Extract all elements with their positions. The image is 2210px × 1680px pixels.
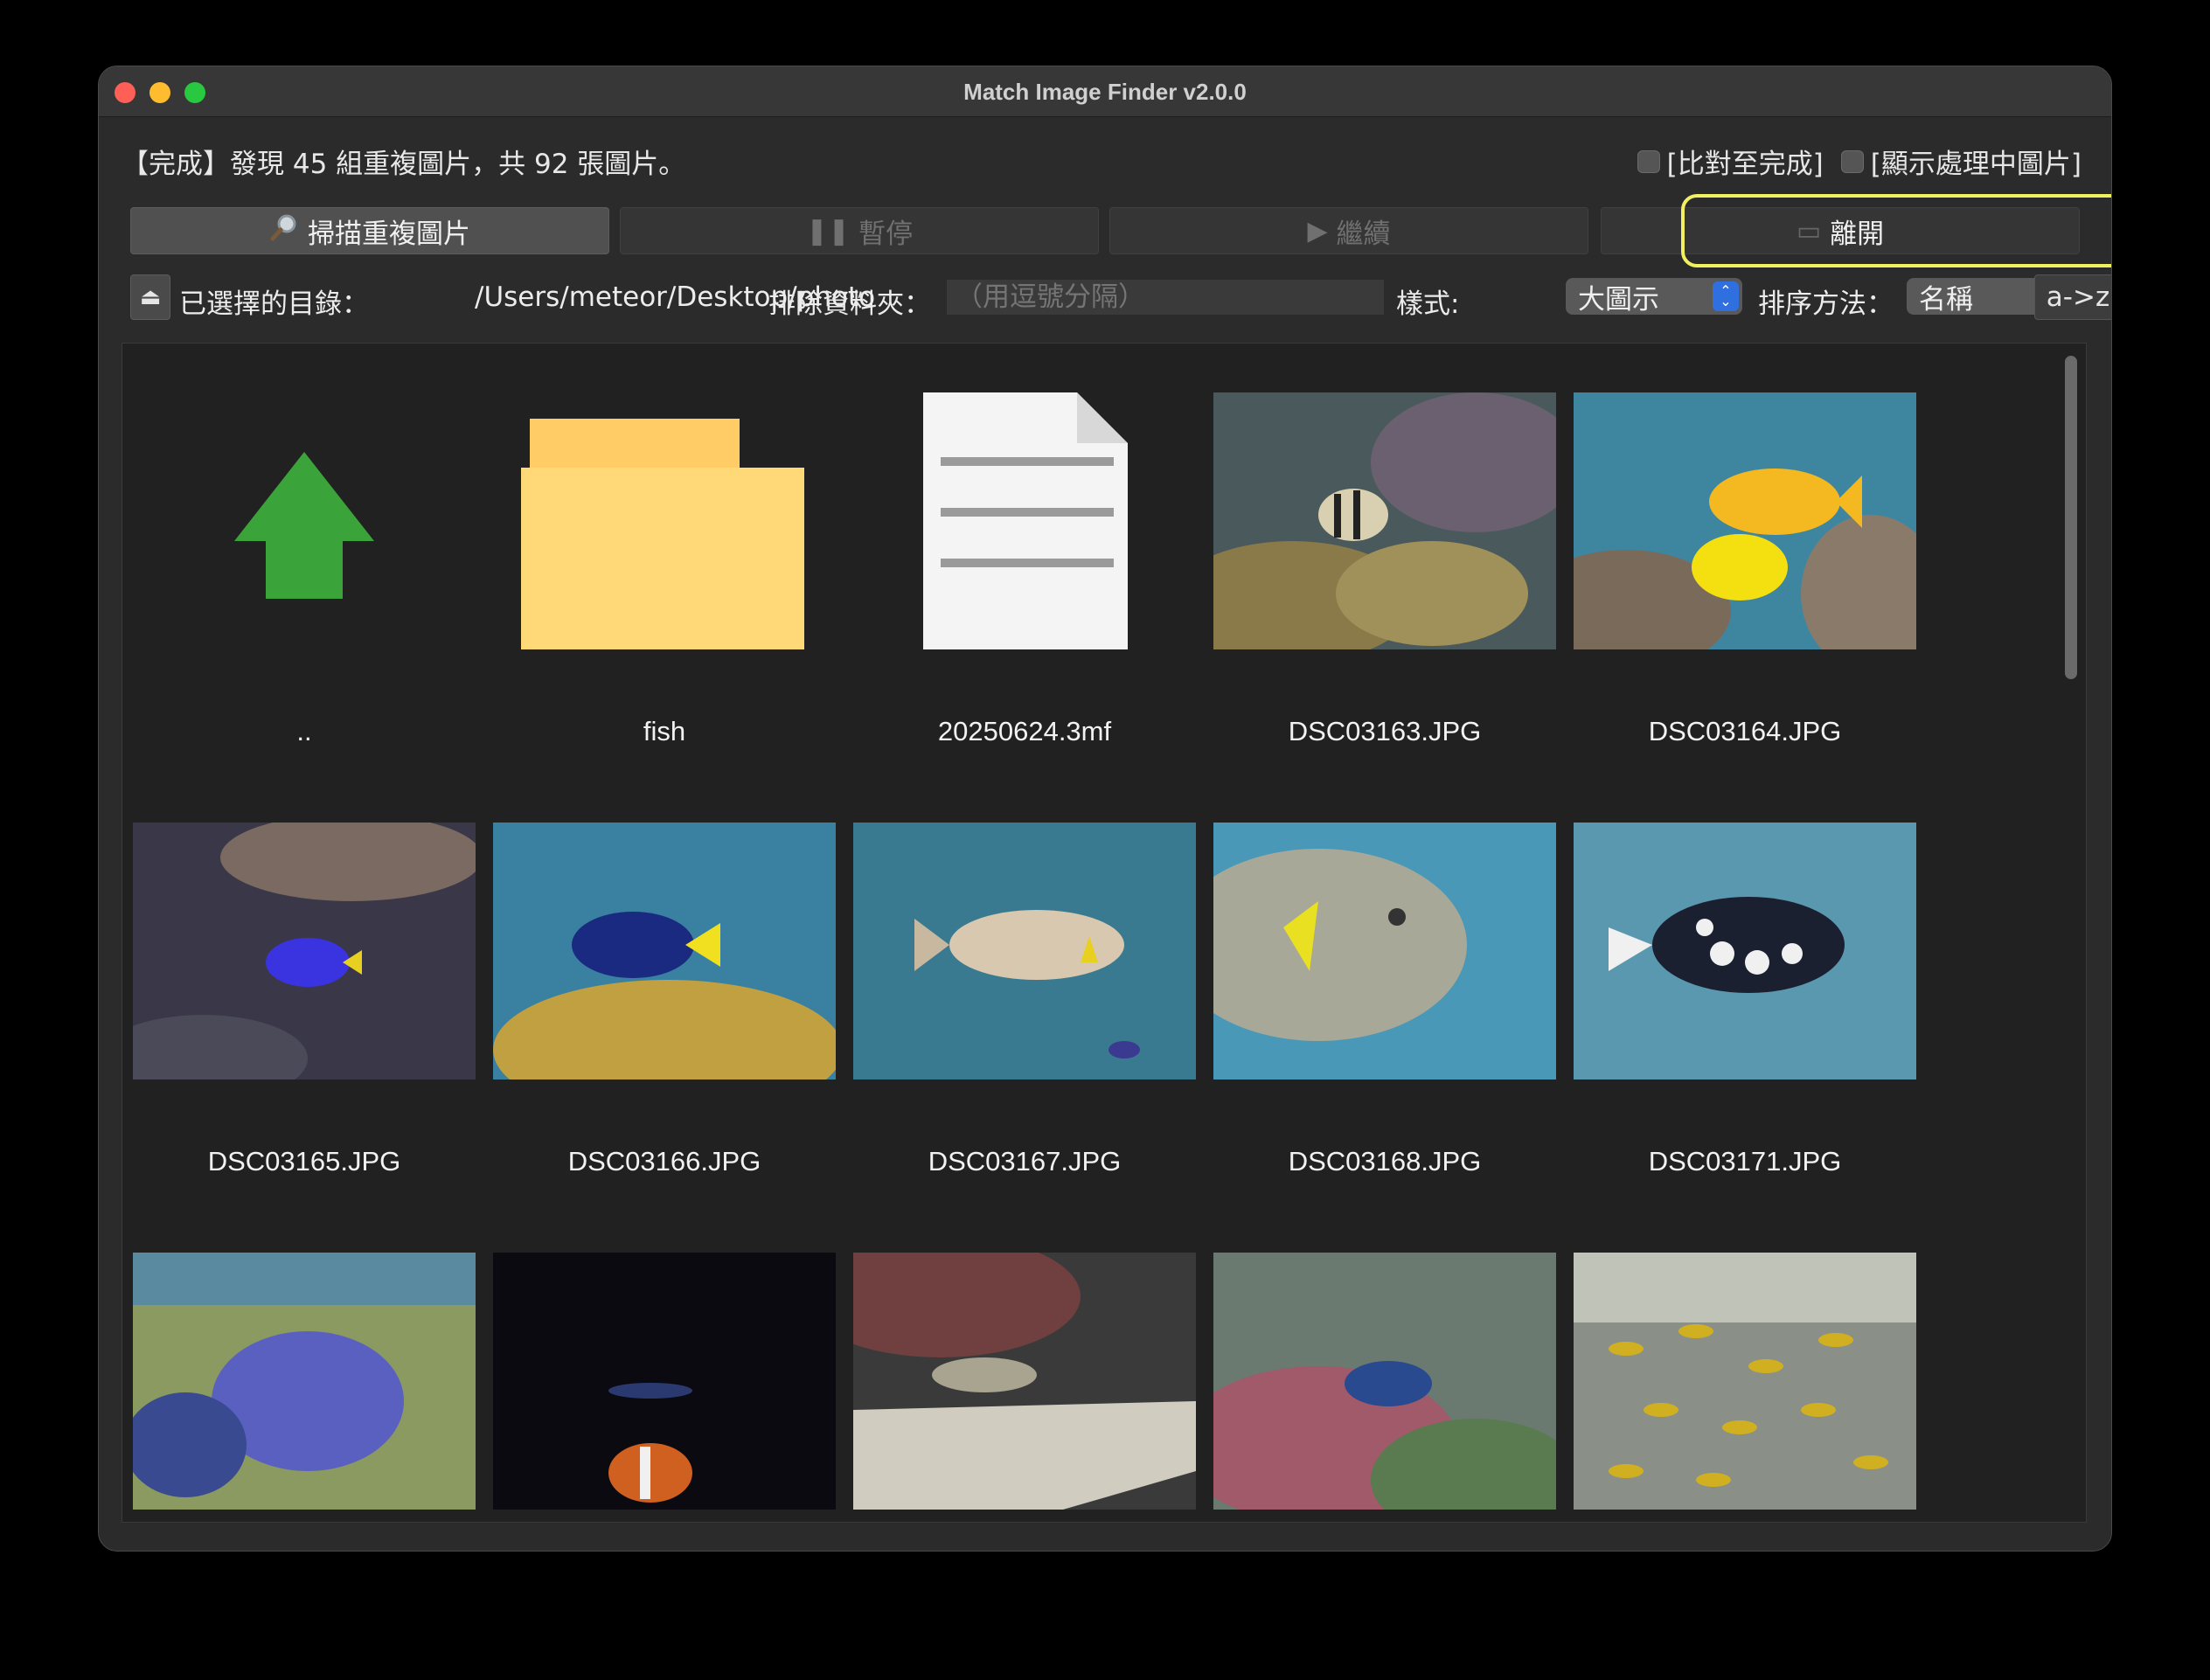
compare-to-finish-checkbox[interactable] (1637, 149, 1660, 173)
exit-button[interactable]: ▭ 離開 (1601, 207, 2080, 254)
file-tile-image[interactable]: DSC03165.JPG (133, 823, 476, 1207)
file-tile-image[interactable]: DSC03166.JPG (493, 823, 836, 1207)
file-tile-parent[interactable]: .. (133, 392, 476, 777)
image-thumbnail (1574, 823, 1916, 1080)
pause-icon: ❚❚ (805, 215, 851, 246)
sort-label: 排序方法： (1758, 288, 1894, 320)
toolbar: 掃描重複圖片 ❚❚ 暫停 ▶ 繼續 ▭ 離開 (130, 207, 2081, 256)
file-tile-folder[interactable]: fish (493, 392, 836, 777)
scroll-thumb[interactable] (2065, 356, 2077, 679)
exclude-folders-input[interactable] (947, 280, 1384, 315)
file-tile-image[interactable] (493, 1253, 836, 1522)
eject-button[interactable]: ⏏ (130, 274, 170, 320)
app-window: Match Image Finder v2.0.0 【完成】發現 45 組重複圖… (98, 66, 2112, 1552)
file-tile-image[interactable]: DSC03167.JPG (853, 823, 1196, 1207)
resume-button[interactable]: ▶ 繼續 (1109, 207, 1588, 254)
file-name: fish (643, 716, 686, 746)
show-processing-option[interactable]: [顯示處理中圖片] (1840, 142, 2081, 181)
folder-icon (493, 392, 836, 649)
file-name: 20250624.3mf (937, 716, 1112, 746)
file-grid: .. fish 20250624.3mf DSC03163.JPG DSC031 (122, 343, 2087, 1523)
image-thumbnail (853, 1253, 1196, 1510)
compare-to-finish-label: [比對至完成] (1666, 149, 1824, 180)
compare-to-finish-option[interactable]: [比對至完成] (1637, 142, 1824, 181)
magnifier-icon (269, 212, 299, 249)
show-processing-checkbox[interactable] (1840, 149, 1864, 173)
image-thumbnail (1574, 392, 1916, 649)
file-tile-image[interactable] (853, 1253, 1196, 1522)
up-arrow-icon (133, 392, 476, 649)
exit-button-label: 離開 (1830, 218, 1885, 250)
style-select[interactable]: 大圖示 ⌃ ⌄ (1566, 278, 1742, 316)
file-tile-image[interactable] (133, 1253, 476, 1522)
image-thumbnail (1213, 392, 1556, 649)
file-name: .. (296, 716, 312, 746)
file-name: DSC03168.JPG (1288, 1146, 1482, 1177)
style-select-value: 大圖示 (1578, 283, 1659, 316)
style-label: 樣式: (1396, 288, 1460, 320)
file-name: DSC03171.JPG (1648, 1146, 1842, 1177)
vertical-scrollbar[interactable] (2063, 352, 2077, 1515)
file-tile-image[interactable]: DSC03168.JPG (1213, 823, 1556, 1207)
pause-button-label: 暫停 (858, 218, 914, 250)
selected-dir-label: 已選擇的目錄： (179, 288, 369, 320)
image-thumbnail (1213, 823, 1556, 1080)
file-tile-document[interactable]: 20250624.3mf (853, 392, 1196, 777)
select-chevrons-icon: ⌃⌄ (1713, 281, 1739, 311)
file-tile-image[interactable] (1213, 1253, 1556, 1522)
file-tile-image[interactable]: DSC03171.JPG (1574, 823, 1916, 1207)
door-icon: ▭ (1796, 215, 1822, 246)
file-tile-image[interactable]: DSC03163.JPG (1213, 392, 1556, 777)
image-thumbnail (493, 823, 836, 1080)
path-bar: ⏏ 已選擇的目錄： /Users/meteor/Desktop/photo 排除… (130, 274, 2111, 320)
window-title: Match Image Finder v2.0.0 (963, 79, 1247, 105)
resume-button-label: 繼續 (1336, 218, 1391, 250)
options-group: [比對至完成] [顯示處理中圖片] (1637, 142, 2081, 181)
scan-button[interactable]: 掃描重複圖片 (130, 207, 609, 254)
file-tile-image[interactable]: DSC03164.JPG (1574, 392, 1916, 777)
scan-button-label: 掃描重複圖片 (308, 218, 470, 250)
image-thumbnail (1213, 1253, 1556, 1510)
file-name: DSC03167.JPG (928, 1146, 1122, 1177)
sort-order-button[interactable]: a->z (2034, 274, 2111, 320)
image-thumbnail (133, 1253, 476, 1510)
file-name: DSC03166.JPG (567, 1146, 761, 1177)
pause-button[interactable]: ❚❚ 暫停 (620, 207, 1099, 254)
document-icon (853, 392, 1196, 649)
file-name: DSC03164.JPG (1648, 716, 1842, 746)
show-processing-label: [顯示處理中圖片] (1870, 149, 2081, 180)
status-text: 【完成】發現 45 組重複圖片，共 92 張圖片。 (122, 149, 686, 180)
file-tile-image[interactable] (1574, 1253, 1916, 1522)
eject-icon: ⏏ (139, 284, 162, 310)
title-bar: Match Image Finder v2.0.0 (99, 66, 2111, 117)
image-thumbnail (493, 1253, 836, 1510)
image-thumbnail (853, 823, 1196, 1080)
image-thumbnail (1574, 1253, 1916, 1510)
sort-select-value: 名稱 (1919, 283, 1973, 316)
play-icon: ▶ (1307, 215, 1328, 246)
exclude-label: 排除資料夾： (768, 288, 931, 320)
file-name: DSC03165.JPG (207, 1146, 401, 1177)
file-name: DSC03163.JPG (1288, 716, 1482, 746)
image-thumbnail (133, 823, 476, 1080)
